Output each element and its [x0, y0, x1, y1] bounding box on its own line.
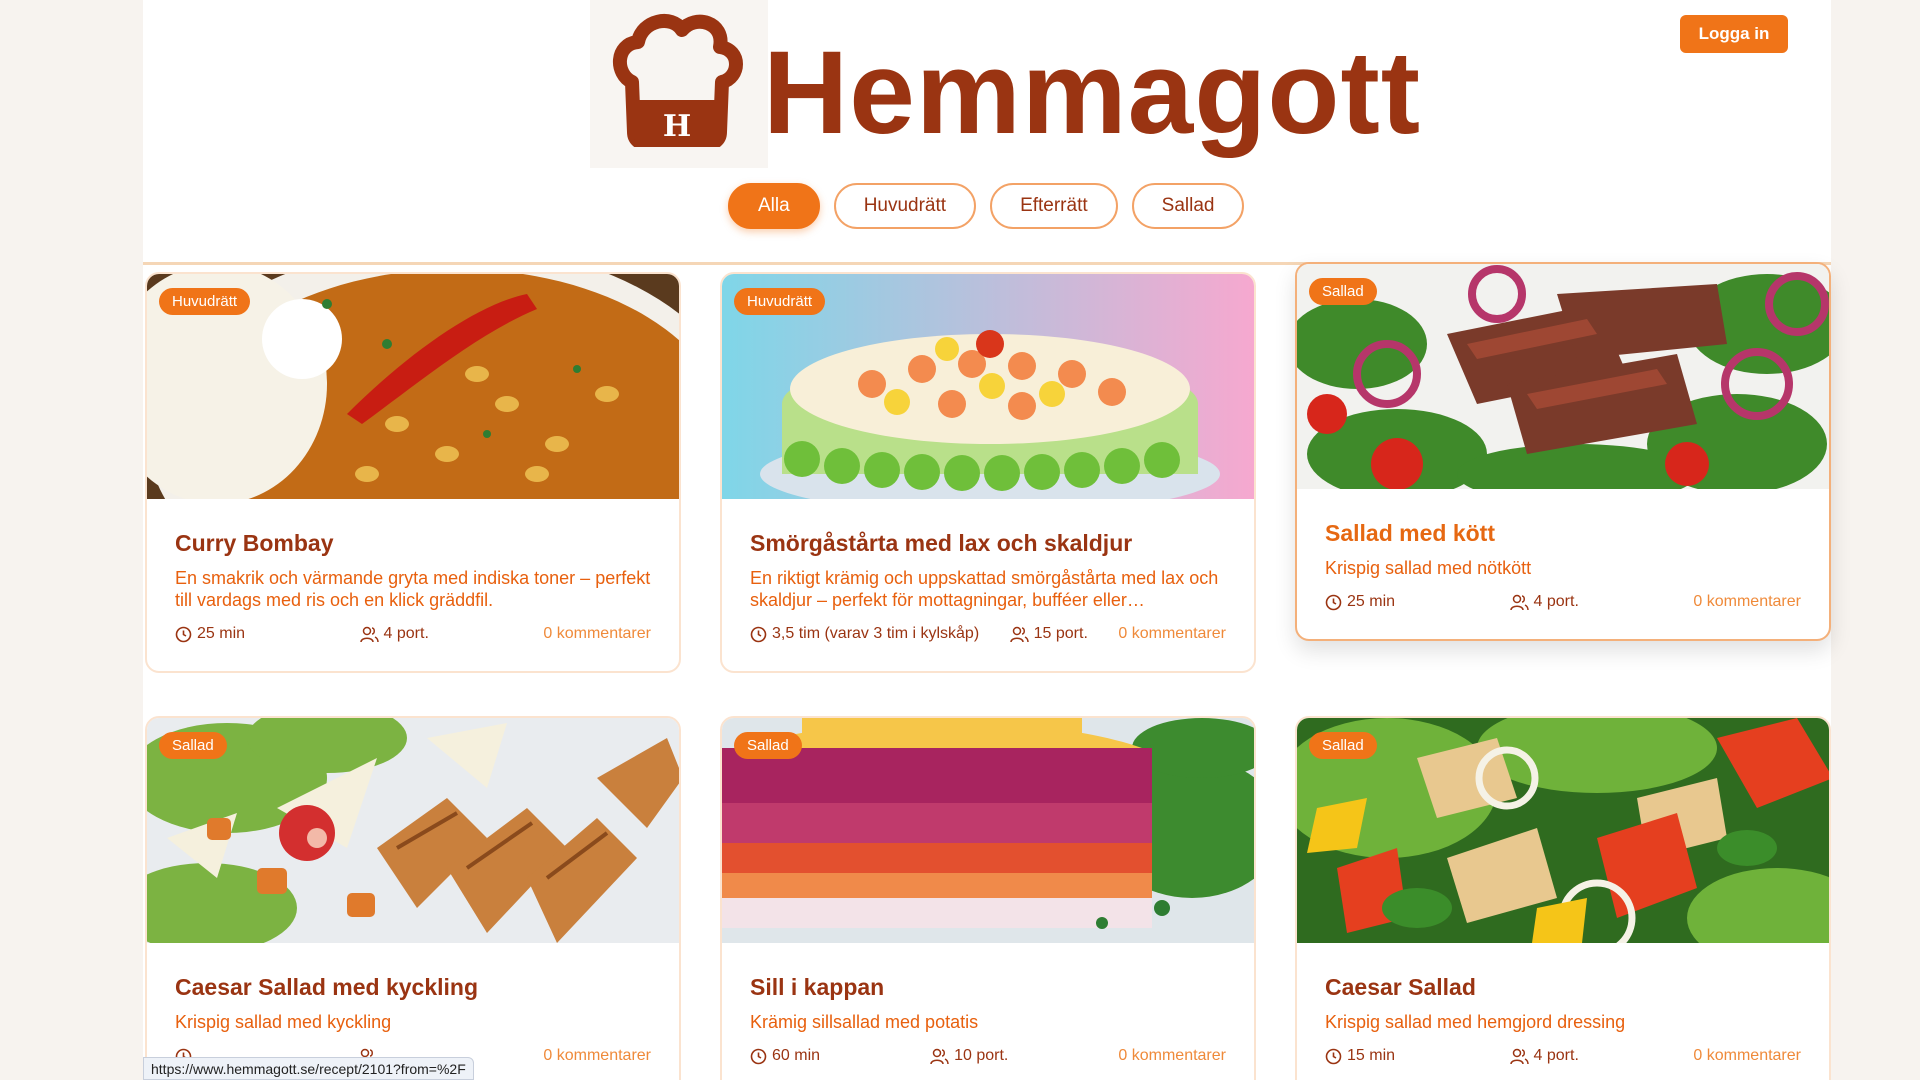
recipe-description: Krispig sallad med nötkött	[1325, 558, 1532, 578]
clock-icon	[1325, 594, 1342, 610]
recipe-time: 25 min	[175, 625, 245, 643]
recipe-card[interactable]: Huvudrätt Smörgåstårta med lax och skald…	[720, 272, 1256, 673]
recipe-card[interactable]: Sallad Sallad med kött Krispig sallad me…	[1295, 262, 1831, 641]
category-filters: Alla Huvudrätt Efterrätt Sallad	[728, 183, 1245, 229]
clock-icon	[1325, 1048, 1342, 1064]
recipe-title[interactable]: Sallad med kött	[1325, 520, 1801, 547]
recipe-image-caesar-salad[interactable]: Sallad	[1297, 718, 1829, 943]
recipe-title[interactable]: Caesar Sallad med kyckling	[175, 974, 651, 1001]
users-icon	[359, 626, 379, 642]
category-badge: Sallad	[1309, 732, 1377, 759]
clock-icon	[175, 626, 192, 642]
category-badge: Huvudrätt	[159, 288, 251, 315]
recipe-description: En riktigt krämig och uppskattad smörgås…	[750, 568, 1219, 610]
category-badge: Sallad	[159, 732, 227, 759]
recipe-image-beef-salad[interactable]: Sallad	[1297, 264, 1829, 489]
recipe-comments[interactable]: 0 kommentarer	[1693, 593, 1801, 611]
users-icon	[1509, 1048, 1529, 1064]
recipe-portions: 4 port.	[1509, 593, 1579, 611]
filter-salad[interactable]: Sallad	[1131, 183, 1245, 229]
recipe-card[interactable]: Huvudrätt Curry Bombay En smakrik och vä…	[145, 272, 681, 673]
recipe-card[interactable]: Sallad Caesar Sallad med kyckling Krispi…	[145, 716, 681, 1080]
recipe-comments[interactable]: 0 kommentarer	[1693, 1047, 1801, 1065]
category-badge: Sallad	[734, 732, 802, 759]
link-status-bar: https://www.hemmagott.se/recept/2101?fro…	[143, 1057, 474, 1080]
category-badge: Sallad	[1309, 278, 1377, 305]
site-header: H Hemmagott Logga in Alla Huvudrätt Efte…	[143, 0, 1831, 265]
filter-dessert[interactable]: Efterrätt	[990, 183, 1118, 229]
clock-icon	[750, 626, 767, 642]
clock-icon	[750, 1048, 767, 1064]
users-icon	[1009, 626, 1029, 642]
recipe-comments[interactable]: 0 kommentarer	[543, 625, 651, 643]
recipe-description: Krispig sallad med kyckling	[175, 1012, 392, 1032]
recipe-time: 25 min	[1325, 593, 1395, 611]
recipe-title[interactable]: Caesar Sallad	[1325, 974, 1801, 1001]
recipe-image-herring-salad[interactable]: Sallad	[722, 718, 1254, 943]
recipe-image-chicken-caesar[interactable]: Sallad	[147, 718, 679, 943]
users-icon	[1509, 594, 1529, 610]
recipe-portions: 10 port.	[930, 1047, 1008, 1065]
recipe-portions: 4 port.	[1509, 1047, 1579, 1065]
recipe-title[interactable]: Smörgåstårta med lax och skaldjur	[750, 530, 1226, 557]
recipe-time: 60 min	[750, 1047, 820, 1065]
svg-text:H: H	[663, 109, 691, 144]
recipe-comments[interactable]: 0 kommentarer	[1118, 625, 1226, 643]
recipe-comments[interactable]: 0 kommentarer	[543, 1047, 651, 1065]
recipe-card[interactable]: Sallad Caesar Sallad Krispig sallad med …	[1295, 716, 1831, 1080]
recipe-card[interactable]: Sallad Sill i kappan Krämig sillsallad m…	[720, 716, 1256, 1080]
page: H Hemmagott Logga in Alla Huvudrätt Efte…	[143, 0, 1831, 1080]
users-icon	[930, 1048, 949, 1064]
filter-main-course[interactable]: Huvudrätt	[833, 183, 977, 229]
recipe-description: Krämig sillsallad med potatis	[750, 1012, 979, 1032]
recipe-description: Krispig sallad med hemgjord dressing	[1325, 1012, 1626, 1032]
recipe-portions: 15 port.	[1009, 625, 1088, 643]
recipe-title[interactable]: Curry Bombay	[175, 530, 651, 557]
brand-name[interactable]: Hemmagott	[763, 28, 1421, 158]
recipe-title[interactable]: Sill i kappan	[750, 974, 1226, 1001]
filter-all[interactable]: Alla	[728, 183, 820, 229]
recipe-time: 15 min	[1325, 1047, 1395, 1065]
recipe-image-curry[interactable]: Huvudrätt	[147, 274, 679, 499]
recipe-description: En smakrik och värmande gryta med indisk…	[175, 568, 651, 610]
recipe-comments[interactable]: 0 kommentarer	[1118, 1047, 1226, 1065]
login-button[interactable]: Logga in	[1680, 15, 1788, 53]
recipe-portions: 4 port.	[359, 625, 429, 643]
logo[interactable]: H	[590, 0, 768, 168]
category-badge: Huvudrätt	[734, 288, 826, 315]
chef-hat-icon: H	[612, 14, 743, 147]
recipe-image-sandwich-cake[interactable]: Huvudrätt	[722, 274, 1254, 499]
recipe-time: 3,5 tim (varav 3 tim i kylskåp)	[750, 625, 979, 643]
